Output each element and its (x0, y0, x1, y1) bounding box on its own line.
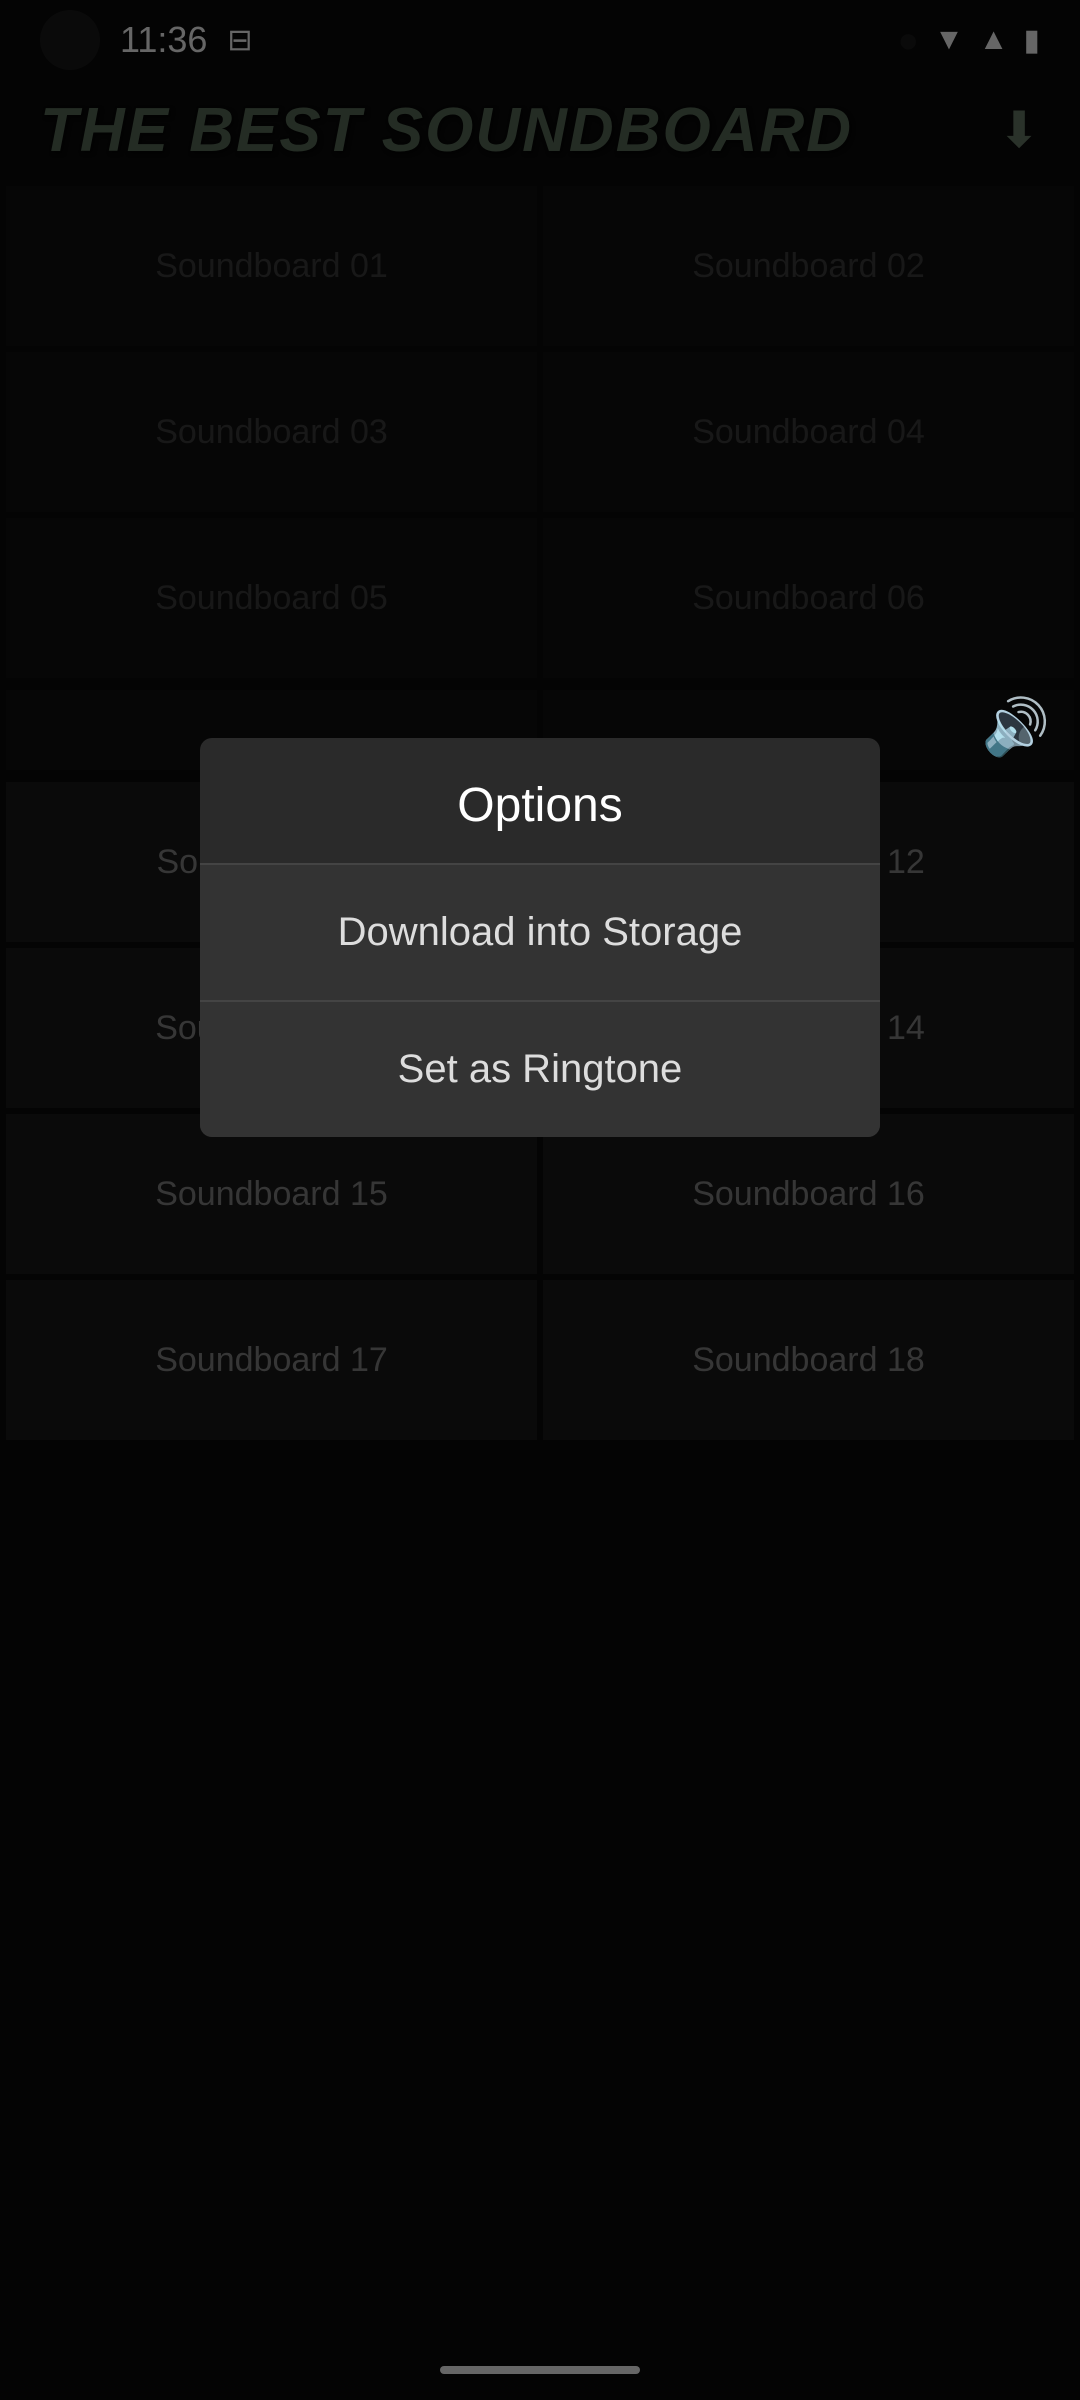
cell-label-15: Soundboard 15 (155, 1175, 388, 1214)
soundboard-cell-01[interactable]: Soundboard 01 (6, 186, 537, 346)
soundboard-cell-02[interactable]: Soundboard 02 (543, 186, 1074, 346)
record-dot: ● (897, 19, 919, 61)
clock-icon: ⊟ (227, 23, 252, 58)
battery-icon: ▮ (1023, 23, 1040, 58)
options-dialog: Options Download into Storage Set as Rin… (200, 738, 880, 1137)
status-avatar (40, 10, 100, 70)
download-storage-button[interactable]: Download into Storage (200, 865, 880, 1002)
status-time: 11:36 (120, 19, 207, 61)
download-icon[interactable]: ⬇ (998, 101, 1040, 159)
cell-label-06: Soundboard 06 (692, 579, 925, 618)
status-right: ● ▼ ▲ ▮ (897, 19, 1040, 61)
soundboard-cell-06[interactable]: Soundboard 06 (543, 518, 1074, 678)
bottom-bar-indicator (440, 2366, 640, 2374)
cell-label-16: Soundboard 16 (692, 1175, 925, 1214)
soundboard-cell-05[interactable]: Soundboard 05 (6, 518, 537, 678)
app-header: THE BEST SOUNDBOARD ⬇ (0, 80, 1080, 180)
status-left: 11:36 ⊟ (40, 10, 253, 70)
soundboard-cell-03[interactable]: Soundboard 03 (6, 352, 537, 512)
bottom-nav (0, 2340, 1080, 2400)
soundboard-grid-top: Soundboard 01 Soundboard 02 Soundboard 0… (0, 180, 1080, 684)
set-ringtone-button[interactable]: Set as Ringtone (200, 1002, 880, 1137)
app-title: THE BEST SOUNDBOARD (40, 95, 853, 166)
soundboard-cell-15[interactable]: Soundboard 15 (6, 1114, 537, 1274)
signal-icon: ▲ (979, 23, 1009, 57)
soundboard-cell-17[interactable]: Soundboard 17 (6, 1280, 537, 1440)
cell-label-04: Soundboard 04 (692, 413, 925, 452)
soundboard-cell-18[interactable]: Soundboard 18 (543, 1280, 1074, 1440)
soundboard-cell-16[interactable]: Soundboard 16 (543, 1114, 1074, 1274)
cell-label-05: Soundboard 05 (155, 579, 388, 618)
cell-label-03: Soundboard 03 (155, 413, 388, 452)
options-dialog-title: Options (200, 738, 880, 863)
wifi-icon: ▼ (934, 23, 964, 57)
status-bar: 11:36 ⊟ ● ▼ ▲ ▮ (0, 0, 1080, 80)
cell-label-17: Soundboard 17 (155, 1341, 388, 1380)
cell-label-02: Soundboard 02 (692, 247, 925, 286)
cell-label-01: Soundboard 01 (155, 247, 388, 286)
soundboard-cell-04[interactable]: Soundboard 04 (543, 352, 1074, 512)
cell-label-18: Soundboard 18 (692, 1341, 925, 1380)
